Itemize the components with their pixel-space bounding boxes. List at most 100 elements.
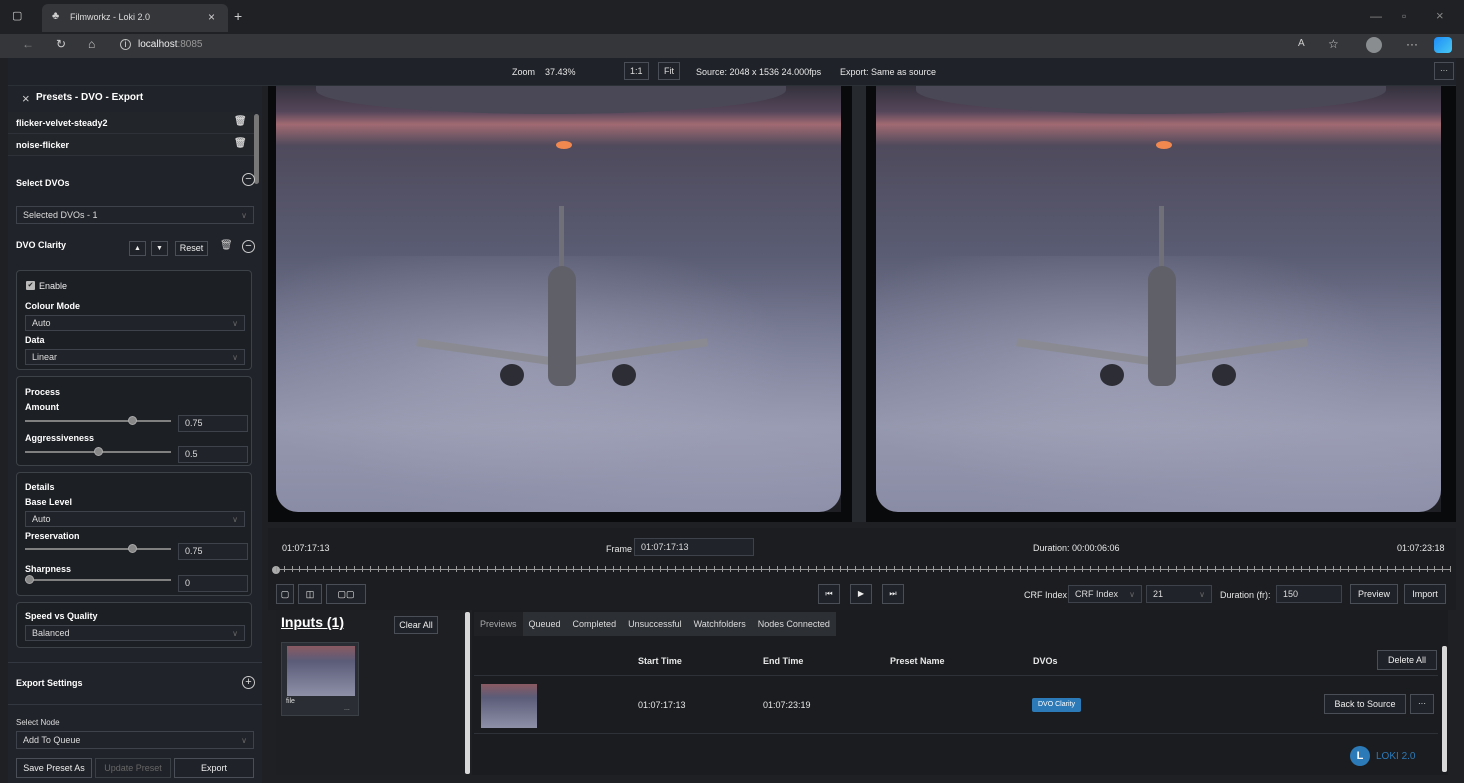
restore-icon[interactable]: ▫ — [1402, 10, 1406, 22]
enable-checkbox[interactable]: ✔ — [26, 281, 35, 290]
copilot-icon[interactable] — [1434, 37, 1452, 53]
timeline-scrubber[interactable] — [272, 566, 1451, 574]
reload-icon[interactable]: ↻ — [56, 38, 66, 50]
back-to-source-button[interactable]: Back to Source — [1324, 694, 1406, 714]
favorite-star-icon[interactable]: ☆ — [1328, 38, 1339, 50]
next-frame-button[interactable]: ⏭ — [882, 584, 904, 604]
reset-button[interactable]: Reset — [175, 241, 208, 256]
data-select[interactable]: Linear ∨ — [25, 349, 245, 365]
single-view-button[interactable]: ▢ — [276, 584, 294, 604]
play-button[interactable]: ▶ — [850, 584, 872, 604]
url-field[interactable]: localhost:8085 — [138, 39, 203, 50]
aggressiveness-slider[interactable] — [25, 447, 171, 456]
amount-input[interactable]: 0.75 — [178, 415, 248, 432]
colour-mode-select[interactable]: Auto ∨ — [25, 315, 245, 331]
preservation-slider[interactable] — [25, 544, 171, 553]
profile-avatar[interactable] — [1366, 37, 1382, 53]
viewer-toolbar: Zoom 37.43% 1:1 Fit Source: 2048 x 1536 … — [8, 58, 1456, 86]
browser-tab[interactable]: ♣ Filmworkz - Loki 2.0 × — [42, 4, 228, 32]
move-up-button[interactable]: ▲ — [129, 241, 146, 256]
expand-icon[interactable]: + — [242, 676, 255, 689]
tab-watchfolders[interactable]: Watchfolders — [688, 612, 752, 636]
row-menu-button[interactable]: ··· — [1410, 694, 1434, 714]
timeline-tick — [276, 566, 277, 572]
sharpness-input[interactable]: 0 — [178, 575, 248, 592]
queue-scrollbar[interactable] — [1442, 646, 1447, 772]
minimize-icon[interactable]: — — [1370, 10, 1382, 22]
move-down-button[interactable]: ▼ — [151, 241, 168, 256]
panel-scrollbar[interactable] — [254, 114, 259, 184]
close-window-icon[interactable]: × — [1436, 9, 1444, 22]
collapse-icon[interactable]: − — [242, 240, 255, 253]
duration-frames-input[interactable]: 150 — [1276, 585, 1342, 603]
processed-view[interactable] — [866, 86, 1456, 522]
inputs-splitter[interactable] — [465, 612, 470, 774]
save-preset-as-button[interactable]: Save Preset As — [16, 758, 92, 778]
site-info-icon[interactable]: i — [120, 39, 131, 50]
close-tab-icon[interactable]: × — [208, 11, 215, 23]
selected-dvos-select[interactable]: Selected DVOs - 1 ∨ — [16, 206, 254, 224]
read-aloud-icon[interactable]: A — [1298, 39, 1305, 49]
slider-knob[interactable] — [127, 416, 137, 425]
export-button[interactable]: Export — [174, 758, 254, 778]
slider-knob[interactable] — [93, 447, 103, 456]
timeline-tick — [307, 566, 309, 572]
column-end-time: End Time — [763, 656, 804, 666]
input-file-card[interactable]: file ... — [281, 642, 359, 716]
trash-icon[interactable]: 🗑 — [234, 139, 247, 149]
timeline-tick — [643, 566, 645, 572]
tab-nodes-connected[interactable]: Nodes Connected — [752, 612, 836, 636]
timeline-tick — [463, 566, 465, 572]
chevron-down-icon: ∨ — [232, 353, 238, 362]
sharpness-slider[interactable] — [25, 575, 171, 584]
trash-icon[interactable]: 🗑 — [234, 117, 247, 127]
zoom-fit-button[interactable]: Fit — [658, 62, 680, 80]
tab-previews[interactable]: Previews — [474, 612, 523, 636]
frame-label: Frame — [606, 544, 633, 554]
data-label: Data — [25, 335, 45, 345]
timeline-tick — [385, 566, 387, 572]
base-level-select[interactable]: Auto ∨ — [25, 511, 245, 527]
zoom-1to1-button[interactable]: 1:1 — [624, 62, 649, 80]
delete-all-button[interactable]: Delete All — [1377, 650, 1437, 670]
tab-unsuccessful[interactable]: Unsuccessful — [622, 612, 688, 636]
home-icon[interactable]: ⌂ — [88, 38, 95, 50]
preservation-input[interactable]: 0.75 — [178, 543, 248, 560]
preset-item[interactable]: flicker-velvet-steady2 🗑 — [8, 112, 254, 134]
viewer-area — [268, 86, 1456, 522]
timeline-tick — [1097, 566, 1099, 572]
trash-icon[interactable]: 🗑 — [220, 241, 233, 251]
frame-input[interactable]: 01:07:17:13 — [634, 538, 754, 556]
side-by-side-button[interactable]: ▢▢ — [326, 584, 366, 604]
timeline-tick — [1058, 566, 1060, 572]
viewer-menu-button[interactable]: ··· — [1434, 62, 1454, 80]
import-button[interactable]: Import — [1404, 584, 1446, 604]
sidebar-icon[interactable]: ▢ — [12, 11, 22, 22]
split-view-button[interactable]: ◫ — [298, 584, 322, 604]
aggressiveness-input[interactable]: 0.5 — [178, 446, 248, 463]
source-view[interactable] — [268, 86, 852, 522]
tab-completed[interactable]: Completed — [567, 612, 623, 636]
close-panel-icon[interactable]: × — [22, 92, 30, 105]
collapse-icon[interactable]: − — [242, 173, 255, 186]
file-menu-icon[interactable]: ... — [344, 705, 350, 712]
crf-select[interactable]: CRF Index ∨ — [1068, 585, 1142, 603]
new-tab-icon[interactable]: + — [234, 9, 242, 23]
back-icon[interactable]: ← — [22, 38, 34, 50]
preset-item[interactable]: noise-flicker 🗑 — [8, 134, 254, 156]
speed-quality-select[interactable]: Balanced ∨ — [25, 625, 245, 641]
timeline-tick — [1426, 566, 1428, 572]
clear-all-button[interactable]: Clear All — [394, 616, 438, 634]
crf-value-select[interactable]: 21 ∨ — [1146, 585, 1212, 603]
timeline-tick — [706, 566, 708, 572]
previous-frame-button[interactable]: ⏮ — [818, 584, 840, 604]
slider-knob[interactable] — [127, 544, 137, 553]
more-menu-icon[interactable]: ··· — [1406, 38, 1418, 50]
update-preset-button[interactable]: Update Preset — [95, 758, 171, 778]
select-node-select[interactable]: Add To Queue ∨ — [16, 731, 254, 749]
tab-queued[interactable]: Queued — [523, 612, 567, 636]
preview-button[interactable]: Preview — [1350, 584, 1398, 604]
slider-knob[interactable] — [25, 575, 34, 584]
amount-slider[interactable] — [25, 416, 171, 425]
table-row[interactable]: 01:07:17:13 01:07:23:19 DVO Clarity Back… — [474, 678, 1438, 734]
